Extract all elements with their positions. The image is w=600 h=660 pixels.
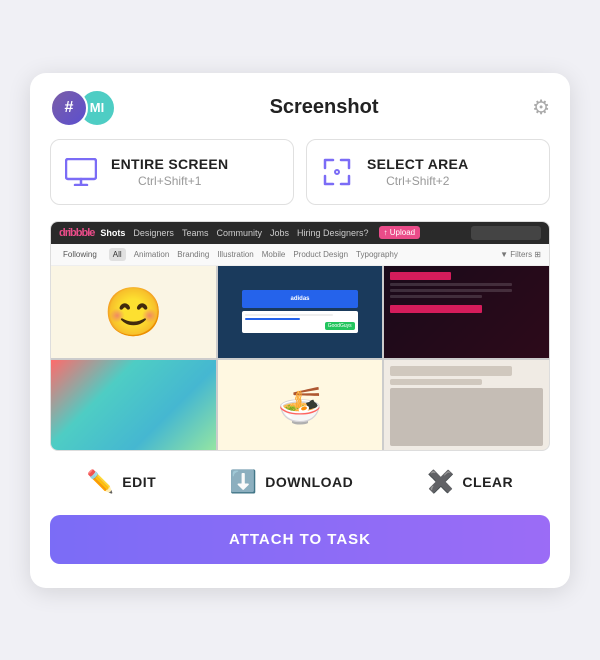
grid-preview: 😊 adidas GoodGuys <box>51 266 549 451</box>
download-button[interactable]: ⬇️ DOWNLOAD <box>220 465 363 499</box>
select-area-shortcut: Ctrl+Shift+2 <box>367 174 469 188</box>
upload-btn: ↑ Upload <box>379 226 421 239</box>
attach-to-task-button[interactable]: ATTACH TO TASK <box>50 515 550 564</box>
mini-line-2 <box>245 318 300 320</box>
action-row: ✏️ EDIT ⬇️ DOWNLOAD ✖️ CLEAR <box>30 451 570 515</box>
dark-accent-1 <box>390 272 451 280</box>
browser-search <box>471 226 541 240</box>
browser-tab-community: Community <box>216 228 262 238</box>
dribbble-logo: dribbble <box>59 227 94 239</box>
grid-cell-3 <box>384 266 549 358</box>
browser-tab-teams: Teams <box>182 228 209 238</box>
filter-following: Following <box>59 248 101 261</box>
filter-animation: Animation <box>134 250 170 259</box>
browser-tab-designers: Designers <box>133 228 174 238</box>
edit-label: EDIT <box>122 474 156 490</box>
edit-icon: ✏️ <box>87 471 114 493</box>
select-area-icon <box>321 156 353 188</box>
header: # MI Screenshot ⚙ <box>30 73 570 139</box>
select-area-text: SELECT AREA Ctrl+Shift+2 <box>367 156 469 188</box>
gear-icon[interactable]: ⚙ <box>532 95 550 120</box>
mockup-bar-2 <box>390 379 482 385</box>
filter-typography: Typography <box>356 250 398 259</box>
filter-product: Product Design <box>293 250 348 259</box>
grid-cell-5: 🍜 <box>218 360 383 451</box>
mini-card-top: adidas <box>242 290 357 308</box>
download-label: DOWNLOAD <box>265 474 353 490</box>
ui-mockup <box>384 360 549 451</box>
filter-right: ▼ Filters ⊞ <box>500 250 541 259</box>
browser-tab-shots: Shots <box>100 228 125 238</box>
entire-screen-shortcut: Ctrl+Shift+1 <box>111 174 228 188</box>
clear-icon: ✖️ <box>427 471 454 493</box>
mini-line-1 <box>245 314 332 316</box>
monitor-icon <box>65 158 97 186</box>
emoji-smiley: 😊 <box>103 283 163 340</box>
food-emoji: 🍜 <box>278 385 323 427</box>
grid-cell-2: adidas GoodGuys <box>218 266 383 358</box>
filter-branding: Branding <box>177 250 209 259</box>
filter-bar: Following All Animation Branding Illustr… <box>51 244 549 266</box>
dark-line-3 <box>390 295 482 298</box>
edit-button[interactable]: ✏️ EDIT <box>77 465 166 499</box>
filter-all: All <box>109 248 126 261</box>
dark-design <box>384 266 549 358</box>
entire-screen-label: ENTIRE SCREEN <box>111 156 228 172</box>
dark-line-2 <box>390 289 512 292</box>
filter-illustration: Illustration <box>217 250 253 259</box>
main-card: # MI Screenshot ⚙ ENTIRE SCREEN Ctrl+Shi… <box>30 73 570 588</box>
entire-screen-text: ENTIRE SCREEN Ctrl+Shift+1 <box>111 156 228 188</box>
mini-card-bottom: GoodGuys <box>242 311 357 333</box>
select-area-button[interactable]: SELECT AREA Ctrl+Shift+2 <box>306 139 550 205</box>
select-area-label: SELECT AREA <box>367 156 469 172</box>
browser-bar: dribbble Shots Designers Teams Community… <box>51 222 549 244</box>
options-row: ENTIRE SCREEN Ctrl+Shift+1 SELECT AREA C… <box>30 139 570 221</box>
clear-button[interactable]: ✖️ CLEAR <box>417 465 523 499</box>
art-design <box>51 360 216 451</box>
browser-tab-jobs: Jobs <box>270 228 289 238</box>
mockup-box <box>390 388 543 446</box>
browser-tab-hiring: Hiring Designers? <box>297 228 369 238</box>
avatar-hash: # <box>50 89 88 127</box>
download-icon: ⬇️ <box>230 471 257 493</box>
card-design: adidas GoodGuys <box>218 266 383 358</box>
avatars: # MI <box>50 89 116 127</box>
grid-cell-1: 😊 <box>51 266 216 358</box>
grid-cell-4 <box>51 360 216 451</box>
dark-accent-2 <box>390 305 482 313</box>
browser-nav: Shots Designers Teams Community Jobs Hir… <box>100 228 368 238</box>
dark-line-1 <box>390 283 512 286</box>
entire-screen-button[interactable]: ENTIRE SCREEN Ctrl+Shift+1 <box>50 139 294 205</box>
grid-cell-6 <box>384 360 549 451</box>
preview-area: dribbble Shots Designers Teams Community… <box>50 221 550 451</box>
food-design: 🍜 <box>218 360 383 451</box>
page-title: Screenshot <box>116 96 532 119</box>
clear-label: CLEAR <box>462 474 513 490</box>
mockup-bar-1 <box>390 366 512 376</box>
mini-badge: GoodGuys <box>325 322 355 330</box>
filter-mobile: Mobile <box>262 250 286 259</box>
